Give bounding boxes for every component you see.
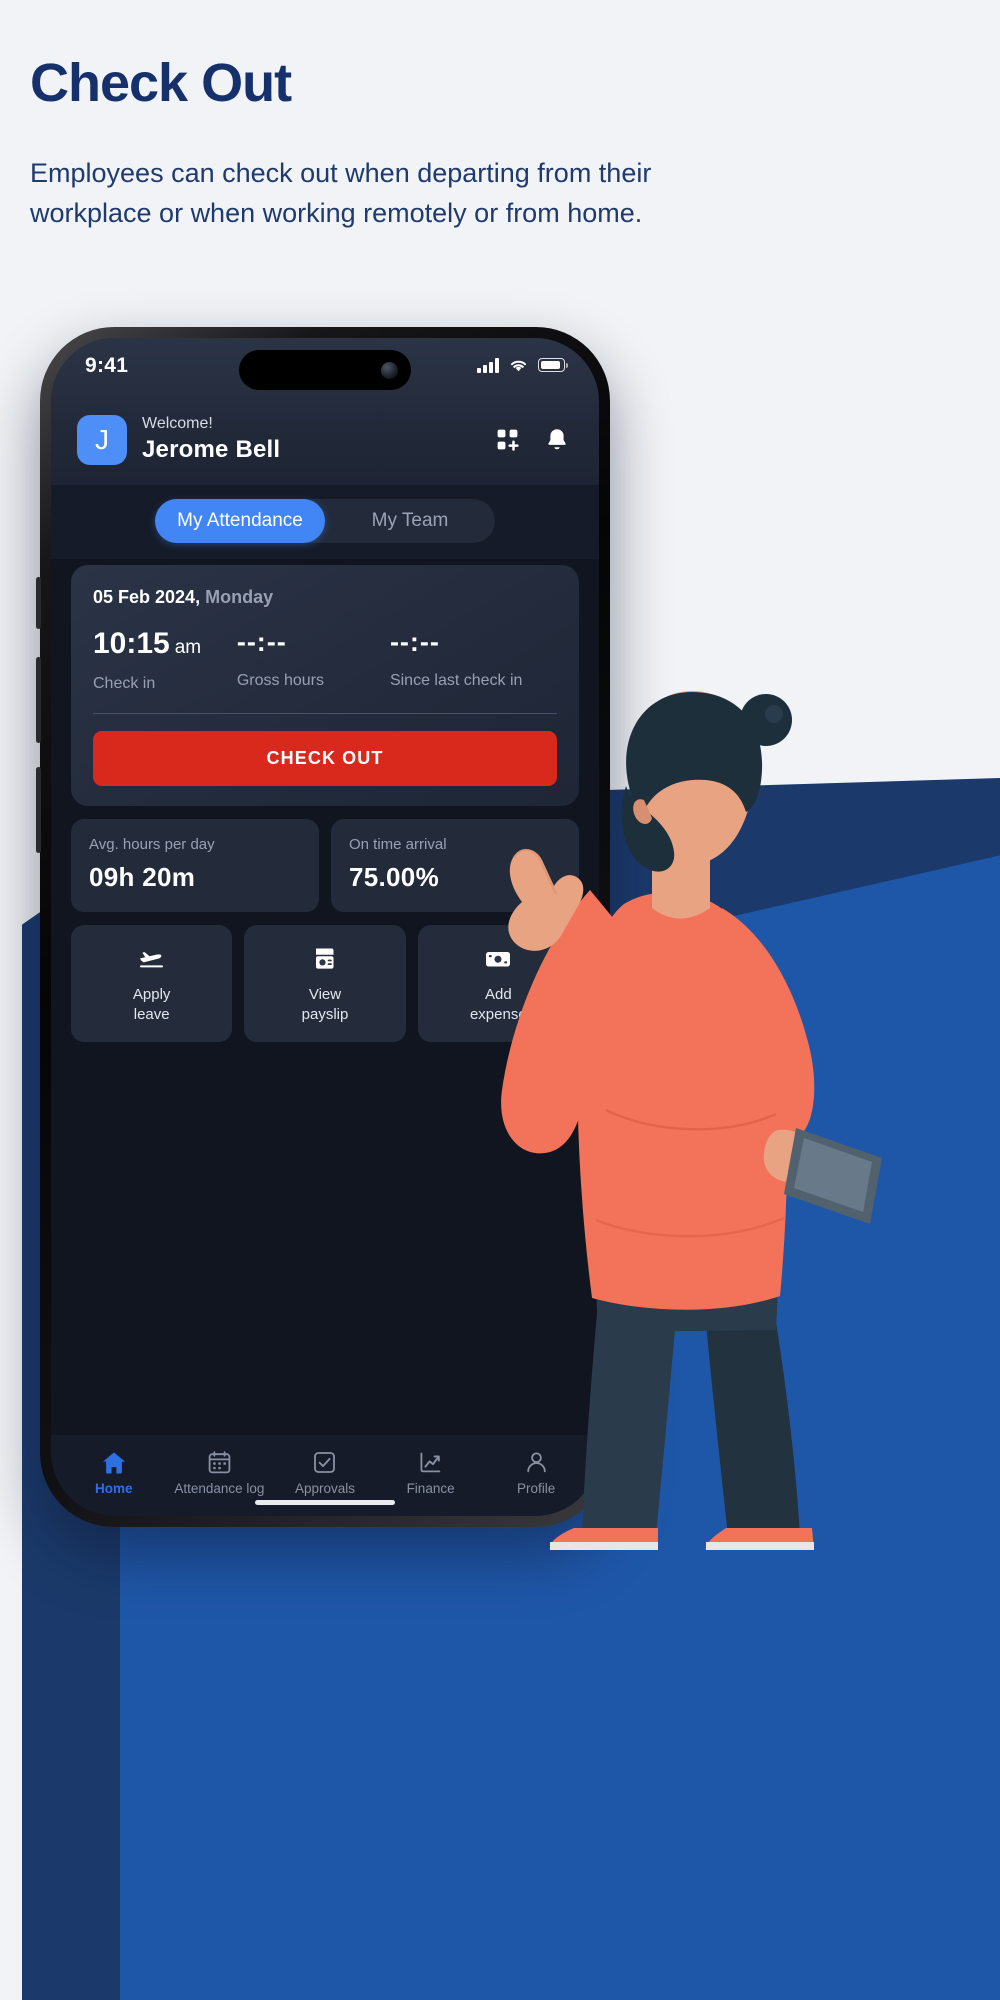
attendance-metrics: 10:15 am Check in --:-- Gross hours --:--… — [93, 628, 557, 693]
metric-value: 10:15 am — [93, 628, 237, 660]
check-in-ampm: am — [174, 637, 202, 659]
view-payslip-line2: payslip — [301, 1005, 349, 1023]
since-last-value: --:-- — [389, 627, 440, 658]
apply-leave-line2: leave — [133, 1005, 170, 1023]
nav-label-home: Home — [95, 1481, 133, 1496]
airplane-leave-icon — [77, 945, 226, 973]
dynamic-island — [239, 350, 411, 390]
greeting-label: Welcome! — [142, 415, 213, 432]
page-title: Check Out — [30, 53, 292, 113]
nav-item-finance[interactable]: Finance — [378, 1449, 484, 1496]
front-camera-icon — [381, 361, 398, 379]
stat-value-avg-hours: 09h 20m — [89, 861, 196, 892]
status-bar: 9:41 — [51, 338, 599, 400]
metric-label-since-last: Since last check in — [389, 671, 523, 689]
stat-label-avg-hours: Avg. hours per day — [89, 835, 215, 853]
tab-my-attendance[interactable]: My Attendance — [155, 499, 325, 544]
avatar[interactable]: J — [77, 414, 127, 465]
quick-action-label-view-payslip: View payslip — [250, 985, 399, 1025]
apps-grid-add-icon[interactable] — [495, 427, 520, 452]
nav-item-attendance-log[interactable]: Attendance log — [167, 1449, 273, 1496]
metric-check-in: 10:15 am Check in — [93, 628, 237, 693]
app-header: J Welcome! Jerome Bell — [51, 400, 599, 486]
cellular-bars-icon — [477, 357, 499, 373]
tab-my-team[interactable]: My Team — [325, 499, 495, 543]
gross-hours-value: --:-- — [236, 627, 287, 658]
wifi-icon — [510, 360, 527, 372]
quick-action-apply-leave[interactable]: Apply leave — [71, 924, 233, 1042]
nav-item-home[interactable]: Home — [61, 1449, 167, 1496]
attendance-day: Monday — [205, 587, 274, 608]
status-bar-clock: 9:41 — [85, 354, 129, 377]
phone-volume-down-button — [36, 767, 41, 853]
promo-section: Check Out Employees can check out when d… — [30, 55, 790, 234]
calendar-icon — [167, 1449, 273, 1475]
user-name: Jerome Bell — [142, 436, 281, 463]
person-illustration — [501, 690, 882, 1550]
stat-card-avg-hours: Avg. hours per day 09h 20m — [71, 818, 319, 912]
metric-label-check-in: Check in — [93, 674, 156, 692]
nav-label-attendance-log: Attendance log — [174, 1481, 265, 1496]
metric-gross-hours: --:-- Gross hours — [237, 628, 390, 689]
chart-trend-icon — [378, 1449, 484, 1475]
apply-leave-line1: Apply — [132, 985, 171, 1003]
phone-volume-up-button — [36, 657, 41, 743]
nav-label-approvals: Approvals — [294, 1481, 355, 1496]
attendance-date: 05 Feb 2024, — [93, 587, 201, 608]
notification-bell-icon[interactable] — [545, 427, 569, 453]
quick-action-label-apply-leave: Apply leave — [77, 985, 226, 1025]
payslip-document-icon — [250, 945, 399, 973]
page-description: Employees can check out when departing f… — [30, 157, 652, 228]
view-payslip-line1: View — [308, 985, 342, 1003]
metric-since-last-check-in: --:-- Since last check in — [390, 628, 557, 689]
nav-item-approvals[interactable]: Approvals — [272, 1449, 378, 1496]
tab-bar: My Attendance My Team — [51, 485, 599, 560]
quick-action-view-payslip[interactable]: View payslip — [244, 924, 406, 1042]
check-in-time: 10:15 — [93, 627, 170, 661]
attendance-date-row: 05 Feb 2024, Monday — [93, 587, 557, 608]
metric-label-gross-hours: Gross hours — [236, 671, 324, 689]
battery-icon — [538, 358, 568, 372]
check-square-icon — [272, 1449, 378, 1475]
nav-label-finance: Finance — [406, 1481, 455, 1496]
phone-mute-switch — [36, 577, 41, 629]
home-icon — [61, 1449, 167, 1475]
